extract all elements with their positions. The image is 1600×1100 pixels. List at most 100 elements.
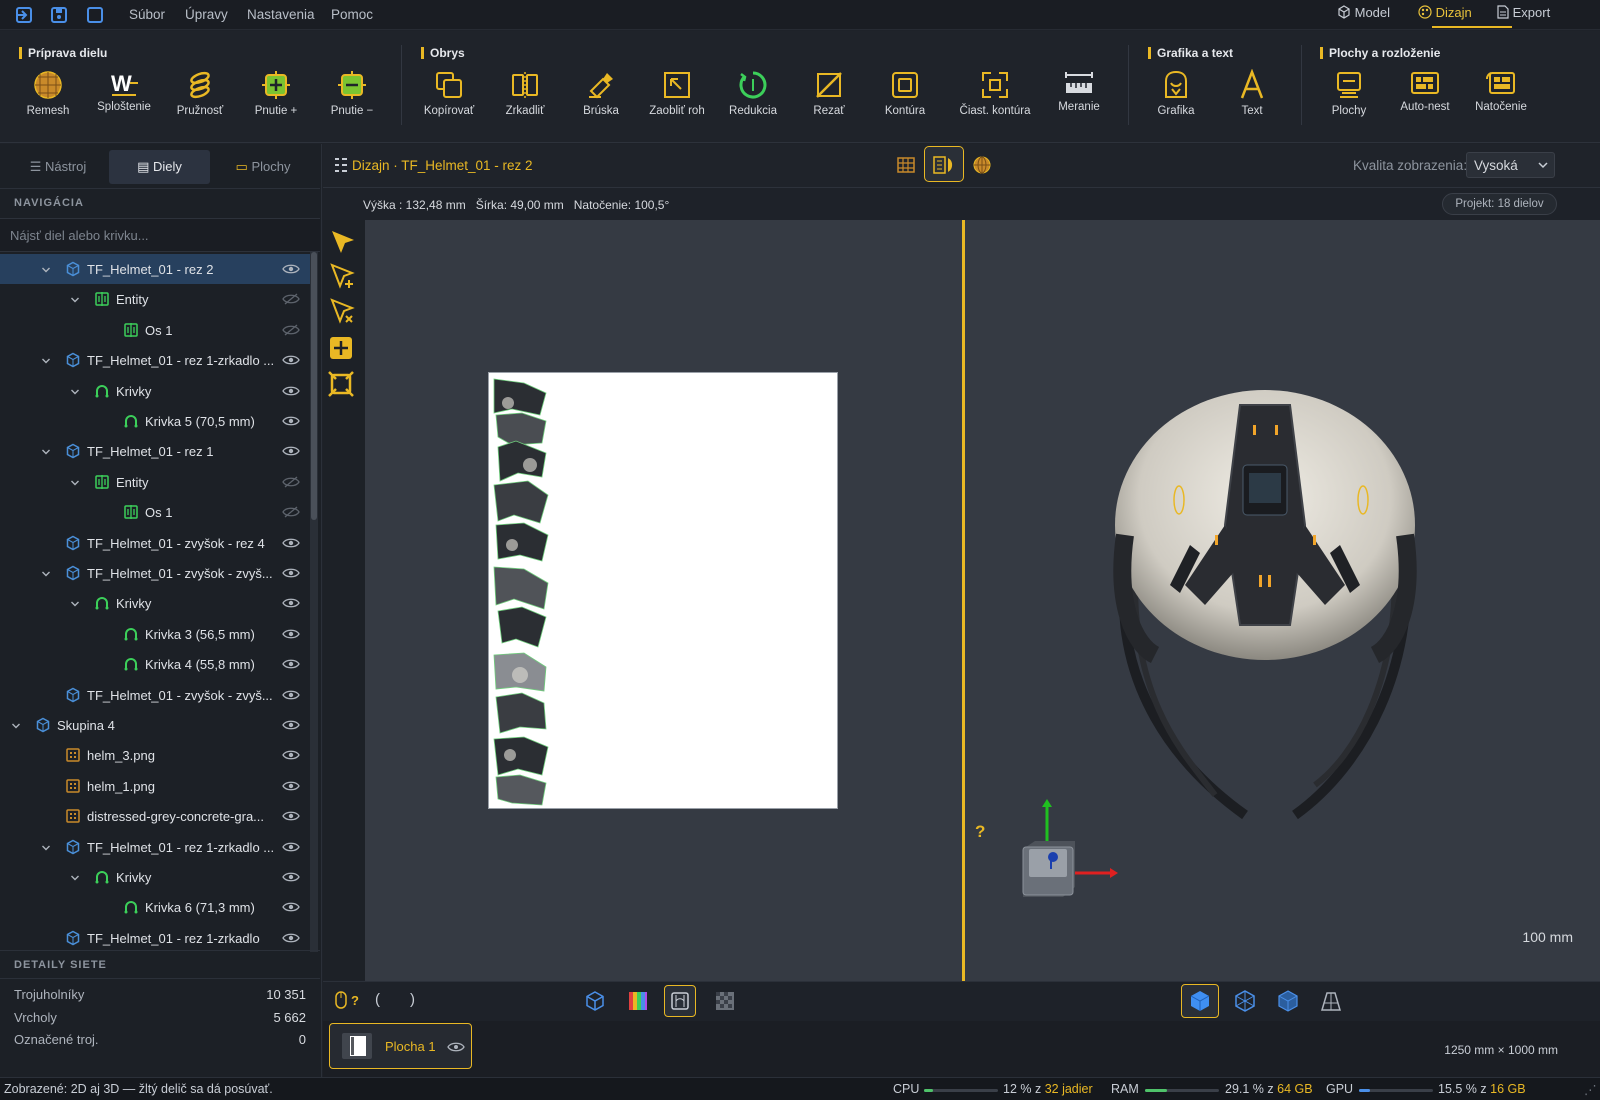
sheet-2d[interactable] bbox=[488, 372, 838, 809]
tree-row[interactable]: TF_Helmet_01 - rez 2 bbox=[0, 254, 312, 284]
tree-row[interactable]: TF_Helmet_01 - rez 1-zrkadlo bbox=[0, 923, 312, 953]
kopirovat-button[interactable]: Kopírovať bbox=[412, 69, 486, 135]
tree-row[interactable]: helm_1.png bbox=[0, 771, 312, 801]
mouse-help-mark[interactable]: ? bbox=[351, 993, 359, 1008]
pnutie-minus-button[interactable]: Pnutie − bbox=[315, 69, 389, 135]
eye-off-icon[interactable] bbox=[282, 293, 300, 305]
remove-select-icon[interactable] bbox=[329, 297, 357, 325]
helmet-3d-model[interactable] bbox=[1095, 385, 1435, 825]
splostenie-button[interactable]: W Sploštenie bbox=[87, 69, 161, 135]
tree-scrollbar-thumb[interactable] bbox=[311, 252, 317, 520]
ciastocna-kontura-button[interactable]: Čiast. kontúra bbox=[958, 69, 1032, 135]
tree-row[interactable]: TF_Helmet_01 - zvyšok - zvyš... bbox=[0, 558, 312, 588]
eye-icon[interactable] bbox=[282, 719, 300, 731]
tree-row[interactable]: Entity bbox=[0, 284, 312, 314]
auto-nest-button[interactable]: Auto-nest bbox=[1388, 69, 1462, 135]
chevron-down-icon[interactable] bbox=[41, 263, 51, 273]
tab-plochy[interactable]: ▭ Plochy bbox=[214, 150, 312, 184]
layers-icon[interactable] bbox=[14, 5, 34, 25]
remesh-button[interactable]: Remesh bbox=[11, 69, 85, 135]
grow-selection-icon[interactable] bbox=[327, 334, 355, 362]
tree-row[interactable]: Os 1 bbox=[0, 497, 312, 527]
mode-tab-model[interactable]: Model bbox=[1337, 5, 1390, 25]
eye-icon[interactable] bbox=[282, 567, 300, 579]
pruznost-button[interactable]: Pružnosť bbox=[163, 69, 237, 135]
chevron-down-icon[interactable] bbox=[70, 871, 80, 881]
pnutie-plus-button[interactable]: Pnutie + bbox=[239, 69, 313, 135]
chevron-down-icon[interactable] bbox=[70, 597, 80, 607]
grafika-button[interactable]: Grafika bbox=[1139, 69, 1213, 135]
rezat-button[interactable]: Rezať bbox=[792, 69, 866, 135]
chevron-down-icon[interactable] bbox=[70, 293, 80, 303]
eye-icon[interactable] bbox=[282, 689, 300, 701]
save-icon[interactable] bbox=[49, 5, 69, 25]
eye-icon[interactable] bbox=[282, 628, 300, 640]
resize-grip-icon[interactable]: ⋰ bbox=[1584, 1082, 1597, 1097]
eye-icon[interactable] bbox=[282, 597, 300, 609]
chevron-down-icon[interactable] bbox=[41, 567, 51, 577]
eye-icon[interactable] bbox=[282, 932, 300, 944]
tree-row[interactable]: Krivky bbox=[0, 376, 312, 406]
bruska-button[interactable]: Brúska bbox=[564, 69, 638, 135]
color-map-icon[interactable] bbox=[627, 990, 649, 1012]
eye-icon[interactable] bbox=[282, 415, 300, 427]
chevron-down-icon[interactable] bbox=[41, 354, 51, 364]
eye-icon[interactable] bbox=[447, 1041, 465, 1053]
add-select-icon[interactable] bbox=[329, 262, 357, 290]
axis-gizmo[interactable] bbox=[1015, 795, 1125, 905]
zaoblit-roh-button[interactable]: Zaobliť roh bbox=[640, 69, 714, 135]
eye-icon[interactable] bbox=[282, 658, 300, 670]
tree-row[interactable]: Krivky bbox=[0, 588, 312, 618]
mode-tab-export[interactable]: Export bbox=[1497, 5, 1550, 25]
tree-row[interactable]: Krivka 3 (56,5 mm) bbox=[0, 619, 312, 649]
tree-row[interactable]: Krivky bbox=[0, 862, 312, 892]
eye-off-icon[interactable] bbox=[282, 324, 300, 336]
eye-off-icon[interactable] bbox=[282, 506, 300, 518]
eye-icon[interactable] bbox=[282, 871, 300, 883]
menu-edit[interactable]: Úpravy bbox=[185, 7, 228, 22]
chevron-down-icon[interactable] bbox=[11, 719, 21, 729]
tree-row[interactable]: TF_Helmet_01 - rez 1 bbox=[0, 436, 312, 466]
select-arrow-icon[interactable] bbox=[329, 228, 357, 256]
shrink-selection-icon[interactable] bbox=[327, 370, 355, 398]
tree-row[interactable]: helm_3.png bbox=[0, 740, 312, 770]
kontura-button[interactable]: Kontúra bbox=[868, 69, 942, 135]
chevron-down-icon[interactable] bbox=[41, 445, 51, 455]
tree-row[interactable]: Skupina 4 bbox=[0, 710, 312, 740]
tree-row[interactable]: TF_Helmet_01 - rez 1-zrkadlo ... bbox=[0, 832, 312, 862]
tree-row[interactable]: Krivka 5 (70,5 mm) bbox=[0, 406, 312, 436]
shaded-cube-icon[interactable] bbox=[1277, 990, 1299, 1012]
help-mark[interactable]: ? bbox=[975, 822, 985, 842]
eye-icon[interactable] bbox=[282, 537, 300, 549]
wire-cube-icon[interactable] bbox=[1234, 990, 1256, 1012]
chevron-down-icon[interactable] bbox=[70, 476, 80, 486]
tree-row[interactable]: Krivka 4 (55,8 mm) bbox=[0, 649, 312, 679]
menu-file[interactable]: Súbor bbox=[129, 7, 165, 22]
nested-parts-strip[interactable] bbox=[490, 375, 552, 807]
sphere-view-icon[interactable] bbox=[972, 155, 992, 175]
mouse-icon[interactable] bbox=[335, 991, 347, 1009]
checker-icon[interactable] bbox=[714, 990, 736, 1012]
texture-view-toggle[interactable] bbox=[664, 985, 696, 1017]
tree-row[interactable]: TF_Helmet_01 - zvyšok - zvyš... bbox=[0, 680, 312, 710]
eye-icon[interactable] bbox=[282, 841, 300, 853]
eye-icon[interactable] bbox=[282, 354, 300, 366]
tree-row[interactable]: Entity bbox=[0, 467, 312, 497]
menu-help[interactable]: Pomoc bbox=[331, 7, 373, 22]
menu-settings[interactable]: Nastavenia bbox=[247, 7, 315, 22]
sheet-tab-1[interactable]: Plocha 1 bbox=[329, 1023, 472, 1069]
viewport[interactable]: ? 100 mm bbox=[365, 220, 1600, 981]
text-button[interactable]: Text bbox=[1215, 69, 1289, 135]
eye-icon[interactable] bbox=[282, 749, 300, 761]
tab-nastroj[interactable]: ☰ Nástroj bbox=[10, 150, 106, 184]
eye-off-icon[interactable] bbox=[282, 476, 300, 488]
tree-row[interactable]: distressed-grey-concrete-gra... bbox=[0, 801, 312, 831]
mode-tab-dizajn[interactable]: Dizajn bbox=[1418, 5, 1472, 25]
perspective-icon[interactable] bbox=[1320, 990, 1342, 1012]
tree-row[interactable]: Os 1 bbox=[0, 315, 312, 345]
solid-view-toggle[interactable] bbox=[1181, 984, 1219, 1018]
eye-icon[interactable] bbox=[282, 263, 300, 275]
tree-row[interactable]: TF_Helmet_01 - rez 1-zrkadlo ... bbox=[0, 345, 312, 375]
eye-icon[interactable] bbox=[282, 780, 300, 792]
zrkadlit-button[interactable]: Zrkadliť bbox=[488, 69, 562, 135]
